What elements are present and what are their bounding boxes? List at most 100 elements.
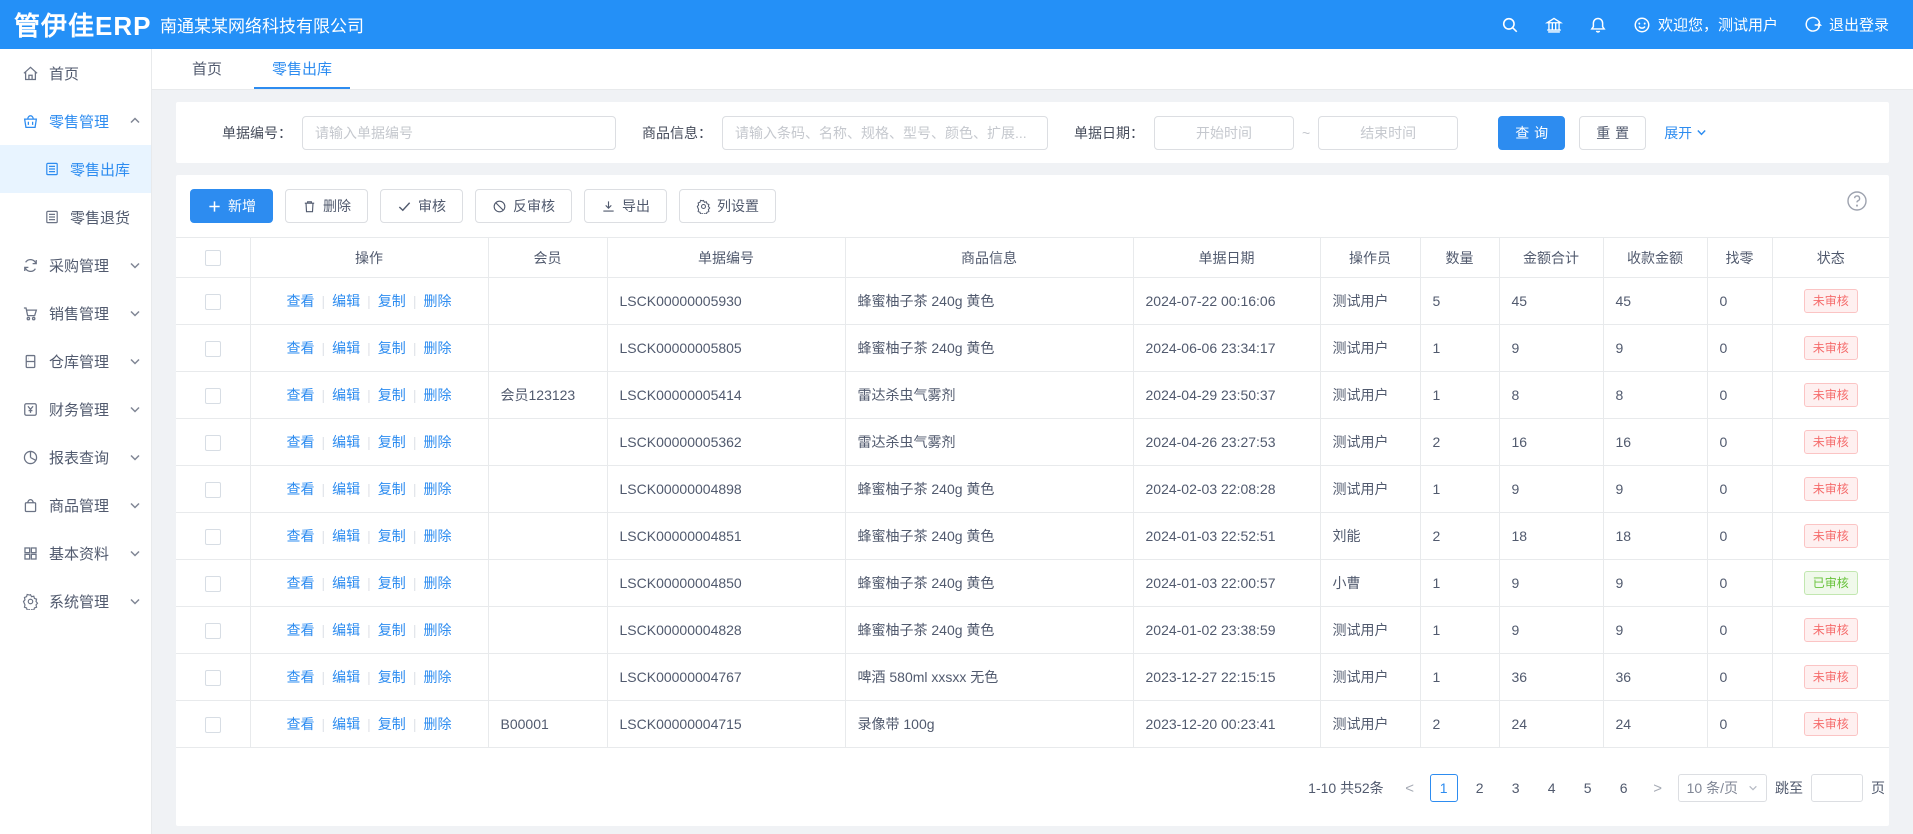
sidebar-item-report[interactable]: 报表查询 — [0, 433, 151, 481]
edit-link[interactable]: 编辑 — [332, 387, 360, 403]
search-icon[interactable] — [1501, 16, 1519, 34]
row-checkbox[interactable] — [205, 388, 221, 404]
status-badge: 已审核 — [1804, 571, 1858, 595]
prev-page-button[interactable]: < — [1398, 780, 1422, 797]
welcome-user[interactable]: 欢迎您，测试用户 — [1633, 14, 1778, 35]
edit-link[interactable]: 编辑 — [332, 528, 360, 544]
jump-page-input[interactable] — [1811, 774, 1863, 802]
delete-link[interactable]: 删除 — [423, 293, 451, 309]
next-page-button[interactable]: > — [1646, 780, 1670, 797]
date-end-input[interactable] — [1318, 116, 1458, 150]
delete-link[interactable]: 删除 — [423, 434, 451, 450]
copy-link[interactable]: 复制 — [378, 528, 406, 544]
sidebar-item-finance[interactable]: 财务管理 — [0, 385, 151, 433]
trash-icon — [302, 199, 317, 214]
page-button-3[interactable]: 3 — [1502, 774, 1530, 802]
copy-link[interactable]: 复制 — [378, 575, 406, 591]
unaudit-button[interactable]: 反审核 — [475, 189, 572, 223]
operator-cell: 刘能 — [1320, 513, 1420, 560]
copy-link[interactable]: 复制 — [378, 716, 406, 732]
delete-link[interactable]: 删除 — [423, 481, 451, 497]
edit-link[interactable]: 编辑 — [332, 716, 360, 732]
sidebar-item-product[interactable]: 商品管理 — [0, 481, 151, 529]
row-checkbox[interactable] — [205, 341, 221, 357]
edit-link[interactable]: 编辑 — [332, 481, 360, 497]
sidebar-item-basedata[interactable]: 基本资料 — [0, 529, 151, 577]
tab-home[interactable]: 首页 — [174, 49, 240, 89]
help-icon[interactable] — [1845, 189, 1869, 213]
sidebar-item-retail-return[interactable]: 零售退货 — [0, 193, 151, 241]
expand-link[interactable]: 展开 — [1664, 123, 1707, 143]
delete-link[interactable]: 删除 — [423, 387, 451, 403]
delete-button[interactable]: 删除 — [285, 189, 368, 223]
row-actions: 查看|编辑|复制|删除 — [250, 607, 488, 654]
view-link[interactable]: 查看 — [287, 669, 315, 685]
edit-link[interactable]: 编辑 — [332, 340, 360, 356]
view-link[interactable]: 查看 — [287, 716, 315, 732]
page-button-5[interactable]: 5 — [1574, 774, 1602, 802]
column-settings-button[interactable]: 列设置 — [679, 189, 776, 223]
edit-link[interactable]: 编辑 — [332, 622, 360, 638]
page-button-4[interactable]: 4 — [1538, 774, 1566, 802]
bill-no-input[interactable] — [302, 116, 616, 150]
page-size-select[interactable]: 10 条/页 — [1678, 774, 1767, 802]
delete-link[interactable]: 删除 — [423, 340, 451, 356]
row-checkbox[interactable] — [205, 294, 221, 310]
search-button[interactable]: 查询 — [1498, 116, 1565, 150]
sidebar-item-sales[interactable]: 销售管理 — [0, 289, 151, 337]
edit-link[interactable]: 编辑 — [332, 434, 360, 450]
edit-link[interactable]: 编辑 — [332, 293, 360, 309]
copy-link[interactable]: 复制 — [378, 622, 406, 638]
tab-retail-out[interactable]: 零售出库 — [254, 49, 350, 89]
copy-link[interactable]: 复制 — [378, 340, 406, 356]
logout-button[interactable]: 退出登录 — [1804, 14, 1889, 35]
row-checkbox[interactable] — [205, 670, 221, 686]
view-link[interactable]: 查看 — [287, 434, 315, 450]
row-checkbox[interactable] — [205, 529, 221, 545]
view-link[interactable]: 查看 — [287, 481, 315, 497]
sidebar: 首页零售管理零售出库零售退货采购管理销售管理仓库管理财务管理报表查询商品管理基本… — [0, 49, 152, 834]
delete-link[interactable]: 删除 — [423, 669, 451, 685]
edit-link[interactable]: 编辑 — [332, 669, 360, 685]
copy-link[interactable]: 复制 — [378, 669, 406, 685]
page-button-6[interactable]: 6 — [1610, 774, 1638, 802]
copy-link[interactable]: 复制 — [378, 293, 406, 309]
delete-link[interactable]: 删除 — [423, 622, 451, 638]
bell-icon[interactable] — [1589, 16, 1607, 34]
copy-link[interactable]: 复制 — [378, 434, 406, 450]
view-link[interactable]: 查看 — [287, 340, 315, 356]
row-checkbox[interactable] — [205, 576, 221, 592]
row-checkbox[interactable] — [205, 717, 221, 733]
delete-link[interactable]: 删除 — [423, 575, 451, 591]
copy-link[interactable]: 复制 — [378, 387, 406, 403]
sidebar-item-purchase[interactable]: 采购管理 — [0, 241, 151, 289]
copy-link[interactable]: 复制 — [378, 481, 406, 497]
sidebar-item-retail-out[interactable]: 零售出库 — [0, 145, 151, 193]
audit-button[interactable]: 审核 — [380, 189, 463, 223]
view-link[interactable]: 查看 — [287, 293, 315, 309]
bank-icon[interactable] — [1545, 16, 1563, 34]
page-button-1[interactable]: 1 — [1430, 774, 1458, 802]
select-all-checkbox[interactable] — [205, 250, 221, 266]
view-link[interactable]: 查看 — [287, 622, 315, 638]
table-panel: 新增 删除 审核 反审核 — [176, 175, 1889, 826]
product-info-input[interactable] — [722, 116, 1048, 150]
view-link[interactable]: 查看 — [287, 387, 315, 403]
export-button[interactable]: 导出 — [584, 189, 667, 223]
delete-link[interactable]: 删除 — [423, 716, 451, 732]
row-checkbox[interactable] — [205, 623, 221, 639]
view-link[interactable]: 查看 — [287, 575, 315, 591]
row-checkbox[interactable] — [205, 482, 221, 498]
sidebar-item-home[interactable]: 首页 — [0, 49, 151, 97]
sidebar-item-warehouse[interactable]: 仓库管理 — [0, 337, 151, 385]
edit-link[interactable]: 编辑 — [332, 575, 360, 591]
reset-button[interactable]: 重置 — [1579, 116, 1646, 150]
delete-link[interactable]: 删除 — [423, 528, 451, 544]
row-checkbox[interactable] — [205, 435, 221, 451]
page-button-2[interactable]: 2 — [1466, 774, 1494, 802]
add-button[interactable]: 新增 — [190, 189, 273, 223]
date-start-input[interactable] — [1154, 116, 1294, 150]
view-link[interactable]: 查看 — [287, 528, 315, 544]
sidebar-item-retail[interactable]: 零售管理 — [0, 97, 151, 145]
sidebar-item-system[interactable]: 系统管理 — [0, 577, 151, 625]
